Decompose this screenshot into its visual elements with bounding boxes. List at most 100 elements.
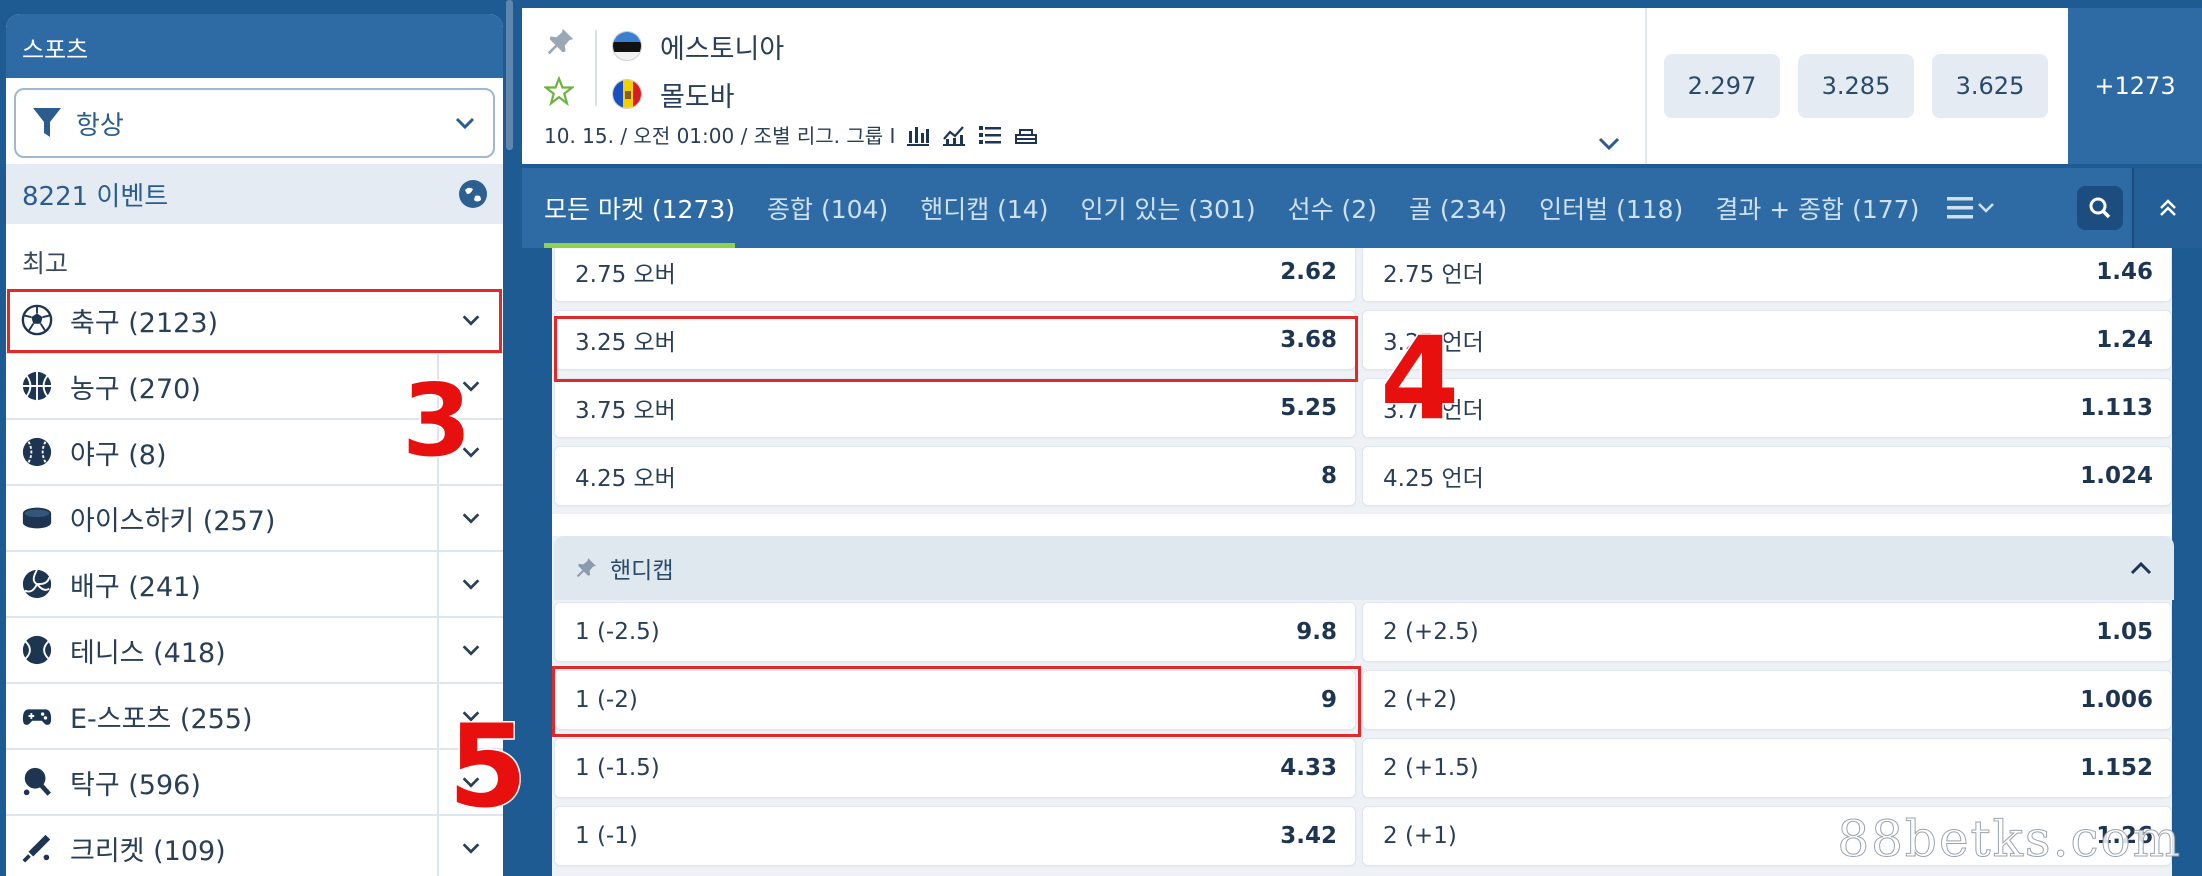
bet-handicap-1-minus-1[interactable]: 1 (-1) 3.42 bbox=[554, 806, 1356, 866]
odds-home-button[interactable]: 2.297 bbox=[1664, 54, 1780, 118]
sport-item-label: 크리켓 (109) bbox=[70, 835, 226, 867]
handicap-section-header[interactable]: 핸디캡 bbox=[554, 536, 2174, 600]
bar-stats-icon[interactable] bbox=[905, 123, 931, 147]
line-stats-icon[interactable] bbox=[941, 123, 967, 147]
teams: 에스토니아 몰도바 bbox=[612, 22, 784, 118]
sport-item-cricket[interactable]: 크리켓 (109) bbox=[6, 815, 503, 876]
bet-over-4-25[interactable]: 4.25 오버 8 bbox=[554, 446, 1356, 506]
basketball-icon bbox=[20, 369, 54, 403]
sport-item-table-tennis[interactable]: 탁구 (596) bbox=[6, 749, 503, 816]
tab-goals[interactable]: 골 (234) bbox=[1393, 168, 1523, 248]
pin-icon[interactable] bbox=[544, 26, 576, 58]
bet-under-3-25[interactable]: 3.25 언더 1.24 bbox=[1362, 310, 2172, 370]
menu-icon bbox=[1947, 197, 1995, 219]
sport-item-label: 테니스 (418) bbox=[70, 637, 226, 669]
chevron-down-icon[interactable] bbox=[1597, 134, 1621, 154]
sport-item-volleyball[interactable]: 배구 (241) bbox=[6, 551, 503, 618]
sport-item-label: 아이스하키 (257) bbox=[70, 505, 276, 537]
tab-menu-button[interactable] bbox=[1935, 168, 2005, 248]
odds-draw-button[interactable]: 3.285 bbox=[1798, 54, 1914, 118]
ping-pong-icon bbox=[20, 765, 54, 799]
bet-handicap-2-plus-2[interactable]: 2 (+2) 1.006 bbox=[1362, 670, 2172, 730]
bet-handicap-1-minus-2-5[interactable]: 1 (-2.5) 9.8 bbox=[554, 602, 1356, 662]
away-team[interactable]: 몰도바 bbox=[612, 70, 784, 118]
bet-odds: 1.152 bbox=[2080, 755, 2153, 781]
tab-players[interactable]: 선수 (2) bbox=[1272, 168, 1393, 248]
bet-handicap-1-minus-1-5[interactable]: 1 (-1.5) 4.33 bbox=[554, 738, 1356, 798]
bet-odds: 1.24 bbox=[2096, 327, 2153, 353]
bet-label: 1 (-2.5) bbox=[575, 619, 660, 645]
chevron-down-icon[interactable] bbox=[439, 287, 503, 353]
bet-under-2-75[interactable]: 2.75 언더 1.46 bbox=[1362, 248, 2172, 302]
list-icon[interactable] bbox=[977, 123, 1003, 147]
sport-item-label: E-스포츠 (255) bbox=[70, 703, 253, 735]
bet-under-4-25[interactable]: 4.25 언더 1.024 bbox=[1362, 446, 2172, 506]
sport-item-tennis[interactable]: 테니스 (418) bbox=[6, 617, 503, 684]
bet-handicap-2-plus-1-5[interactable]: 2 (+1.5) 1.152 bbox=[1362, 738, 2172, 798]
search-icon bbox=[2089, 197, 2111, 219]
tab-result-totals[interactable]: 결과 + 종합 (177) bbox=[1699, 168, 1935, 248]
tab-handicap[interactable]: 핸디캡 (14) bbox=[904, 168, 1064, 248]
odds-away-button[interactable]: 3.625 bbox=[1932, 54, 2048, 118]
globe-icon[interactable] bbox=[459, 180, 487, 208]
tab-popular[interactable]: 인기 있는 (301) bbox=[1064, 168, 1271, 248]
sport-item-soccer[interactable]: 축구 (2123) bbox=[6, 288, 503, 354]
bet-odds: 1.113 bbox=[2080, 395, 2153, 421]
sport-item-label: 축구 (2123) bbox=[70, 307, 219, 339]
star-icon[interactable] bbox=[542, 75, 576, 107]
bet-label: 2.75 언더 bbox=[1383, 262, 1484, 288]
collapse-button[interactable] bbox=[2132, 168, 2202, 248]
filter-wrap: 항상 bbox=[6, 78, 503, 164]
bet-handicap-2-plus-2-5[interactable]: 2 (+2.5) 1.05 bbox=[1362, 602, 2172, 662]
chevron-down-icon[interactable] bbox=[439, 617, 503, 683]
moldova-flag-icon bbox=[612, 79, 642, 109]
estonia-flag-icon bbox=[612, 31, 642, 61]
watermark: 88betks.com bbox=[1837, 810, 2182, 869]
step-number-5: 5 bbox=[446, 699, 528, 835]
bet-over-3-75[interactable]: 3.75 오버 5.25 bbox=[554, 378, 1356, 438]
pin-icon[interactable] bbox=[574, 556, 598, 580]
match-info: 에스토니아 몰도바 10. 15. / 오전 01:00 / 조별 리그. 그룹… bbox=[522, 8, 1647, 164]
chevron-down-icon[interactable] bbox=[439, 485, 503, 551]
bet-handicap-1-minus-2[interactable]: 1 (-2) 9 bbox=[554, 670, 1356, 730]
home-team[interactable]: 에스토니아 bbox=[612, 22, 784, 70]
baseball-icon bbox=[20, 435, 54, 469]
bet-label: 4.25 오버 bbox=[575, 466, 676, 492]
sport-item-label: 탁구 (596) bbox=[70, 769, 201, 801]
chevron-up-icon[interactable] bbox=[2128, 558, 2154, 578]
bet-odds: 9 bbox=[1320, 687, 1337, 713]
scrollbar-thumb[interactable] bbox=[506, 0, 513, 150]
stadium-icon[interactable] bbox=[1013, 123, 1039, 147]
period-filter-dropdown[interactable]: 항상 bbox=[14, 88, 495, 158]
bet-over-3-25[interactable]: 3.25 오버 3.68 bbox=[554, 310, 1356, 370]
more-markets-button[interactable]: +1273 bbox=[2068, 8, 2202, 164]
main-content: 에스토니아 몰도바 10. 15. / 오전 01:00 / 조별 리그. 그룹… bbox=[522, 0, 2202, 876]
sidebar-title: 스포츠 bbox=[6, 14, 503, 78]
sport-item-label: 야구 (8) bbox=[70, 439, 167, 471]
bet-label: 2 (+2.5) bbox=[1383, 619, 1479, 645]
bet-odds: 4.33 bbox=[1280, 755, 1337, 781]
step-number-4: 4 bbox=[1378, 311, 1460, 447]
top-section-label: 최고 bbox=[22, 249, 69, 278]
bet-odds: 2.62 bbox=[1280, 259, 1337, 285]
events-count-bar: 8221 이벤트 bbox=[6, 164, 503, 224]
volleyball-icon bbox=[20, 567, 54, 601]
chevron-down-icon[interactable] bbox=[439, 551, 503, 617]
bet-odds: 3.68 bbox=[1280, 327, 1337, 353]
tab-all-markets[interactable]: 모든 마켓 (1273) bbox=[528, 168, 751, 248]
tab-intervals[interactable]: 인터벌 (118) bbox=[1523, 168, 1699, 248]
sport-item-ice-hockey[interactable]: 아이스하키 (257) bbox=[6, 485, 503, 552]
tab-totals[interactable]: 종합 (104) bbox=[751, 168, 904, 248]
bet-label: 3.75 오버 bbox=[575, 398, 676, 424]
search-button[interactable] bbox=[2077, 186, 2123, 230]
home-team-name: 에스토니아 bbox=[660, 33, 785, 65]
sport-item-esports[interactable]: E-스포츠 (255) bbox=[6, 683, 503, 750]
chevron-down-icon bbox=[455, 117, 475, 130]
bet-over-2-75[interactable]: 2.75 오버 2.62 bbox=[554, 248, 1356, 302]
bet-odds: 9.8 bbox=[1296, 619, 1337, 645]
match-actions bbox=[542, 26, 578, 110]
bet-under-3-75[interactable]: 3.75 언더 1.113 bbox=[1362, 378, 2172, 438]
filter-label: 항상 bbox=[76, 110, 124, 141]
section-title: 핸디캡 bbox=[610, 558, 674, 584]
bet-label: 2 (+2) bbox=[1383, 687, 1457, 713]
